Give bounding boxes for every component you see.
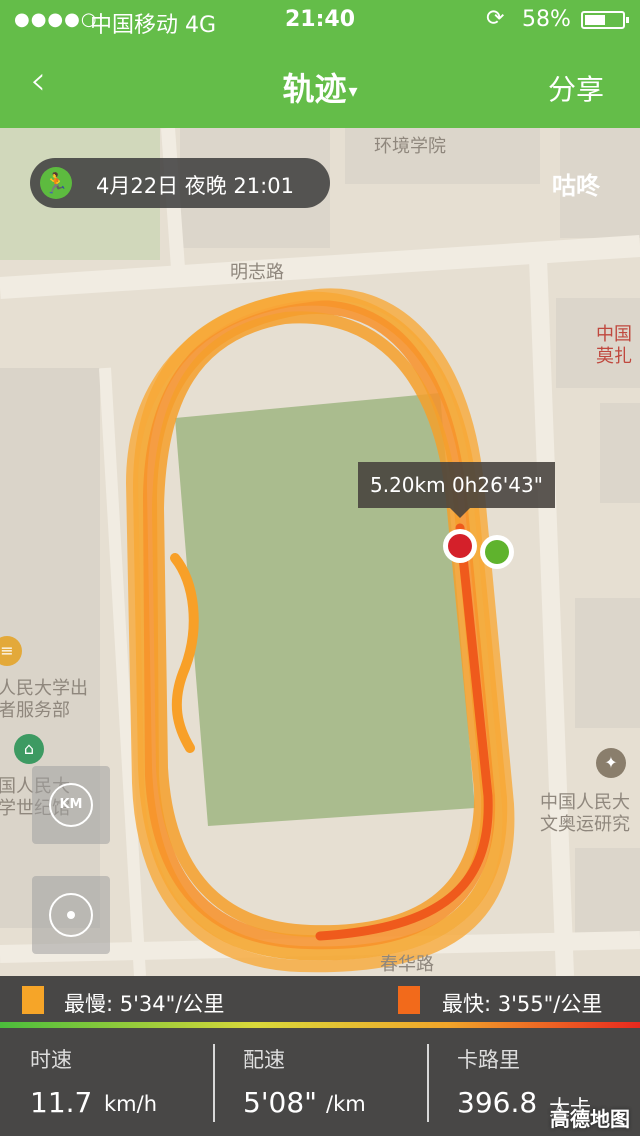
unit-km-button[interactable]: KM xyxy=(32,766,110,844)
km-icon: KM xyxy=(49,783,93,827)
status-bar: ●●●●○ 中国移动 4G 21:40 ⟳ 58% xyxy=(0,0,640,40)
rotation-lock-icon: ⟳ xyxy=(486,6,505,31)
fastest-pace: 最快: 3'55"/公里 xyxy=(442,992,603,1016)
museum-poi-icon: ⌂ xyxy=(14,734,44,764)
map-label-right-1: 中国 xyxy=(596,324,632,345)
slowest-pace: 最慢: 5'34"/公里 xyxy=(64,992,225,1016)
battery-percent: 58% xyxy=(522,7,571,32)
distance-time-tooltip: 5.20km 0h26'43" xyxy=(358,462,555,508)
slow-swatch xyxy=(22,986,44,1014)
title-dropdown[interactable]: 轨迹 ▾ xyxy=(0,64,640,110)
pace-stat: 配速 5'08" /km xyxy=(213,1028,426,1136)
page-title: 轨迹 xyxy=(282,70,347,108)
chevron-down-icon: ▾ xyxy=(348,80,358,102)
nav-bar: ‹ 轨迹 ▾ 分享 xyxy=(0,40,640,128)
speed-value: 11.7 xyxy=(30,1086,93,1119)
user-name: 咕咚 xyxy=(552,172,600,200)
stats-bar: 时速 11.7 km/h 配速 5'08" /km 卡路里 396.8 大卡 高… xyxy=(0,1028,640,1136)
run-datetime: 4月22日 夜晚 21:01 xyxy=(96,174,294,198)
pace-value: 5'08" xyxy=(243,1086,318,1119)
calorie-label: 卡路里 xyxy=(457,1048,520,1072)
amap-logo: 高德地图 xyxy=(550,1107,630,1131)
pace-unit: /km xyxy=(326,1092,366,1116)
map-label-right-2: 莫扎 xyxy=(596,346,632,367)
map-view[interactable]: 环境学院 明志路 春华路 ≡ 人民大学出 者服务部 ⌂ 国人民大 学世纪馆 中国… xyxy=(0,128,640,976)
battery-icon xyxy=(581,11,629,29)
map-label-school: 环境学院 xyxy=(374,136,446,157)
calorie-value: 396.8 xyxy=(457,1086,538,1119)
school-poi-icon: ✦ xyxy=(596,748,626,778)
map-label-bookstore-2: 者服务部 xyxy=(0,700,70,721)
pace-label: 配速 xyxy=(243,1048,285,1072)
map-canvas xyxy=(0,128,640,976)
share-button[interactable]: 分享 xyxy=(548,68,604,108)
running-icon: 🏃 xyxy=(40,167,72,199)
map-label-road-bottom: 春华路 xyxy=(380,954,434,975)
run-info-pill: 🏃 4月22日 夜晚 21:01 xyxy=(30,158,330,208)
speed-stat: 时速 11.7 km/h xyxy=(0,1028,213,1136)
fast-swatch xyxy=(398,986,420,1014)
map-label-road-top: 明志路 xyxy=(230,262,284,283)
locate-button[interactable] xyxy=(32,876,110,954)
pace-legend: 最慢: 5'34"/公里 最快: 3'55"/公里 xyxy=(0,976,640,1024)
tooltip-arrow xyxy=(450,508,470,518)
speed-unit: km/h xyxy=(104,1092,158,1116)
locate-dot xyxy=(67,911,75,919)
speed-label: 时速 xyxy=(30,1048,72,1072)
map-label-right-4: 文奥运研究 xyxy=(540,814,630,835)
